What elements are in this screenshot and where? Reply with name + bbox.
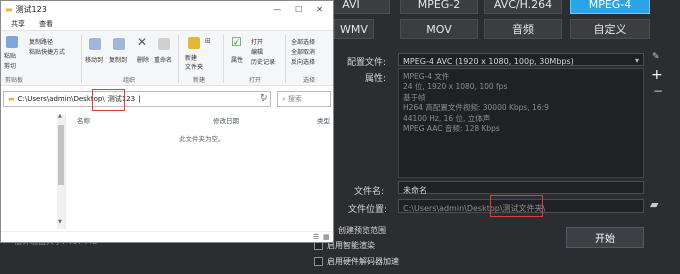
group-divider — [81, 35, 82, 83]
format-mpeg4-button[interactable]: MPEG-4 — [570, 0, 650, 14]
status-bar — [1, 231, 333, 242]
select-all-button[interactable]: 全部选择 — [291, 37, 315, 46]
address-bar[interactable]: ▬ C:\Users\admin\Desktop\ 测试123 | ⌄ — [3, 91, 271, 107]
search-placeholder: 搜索 — [287, 95, 302, 103]
search-icon: ⌕ — [282, 94, 286, 103]
properties-icon[interactable]: ☑ — [231, 35, 242, 49]
format-mov-button[interactable]: MOV — [400, 19, 478, 39]
new-item-icon[interactable]: ⊞ — [205, 37, 211, 45]
properties-button[interactable]: 属性 — [231, 55, 243, 64]
format-wmv-button[interactable]: WMV — [334, 19, 374, 39]
rename-icon[interactable] — [158, 38, 170, 50]
group-divider — [223, 35, 224, 83]
paste-icon[interactable] — [6, 36, 18, 48]
group-divider — [285, 35, 286, 83]
props-line: MPEG AAC 音频: 128 Kbps — [403, 124, 500, 134]
new-folder-icon[interactable] — [188, 37, 200, 49]
properties-panel: MPEG-4 文件 24 位, 1920 x 1080, 100 fps 基于帧… — [398, 68, 644, 178]
cut-button[interactable]: 剪切 — [4, 61, 16, 70]
details-view-icon[interactable]: ☰ — [313, 233, 319, 241]
props-line: 基于帧 — [403, 92, 426, 102]
config-label: 配置文件: — [347, 58, 387, 68]
tab-view[interactable]: 查看 — [39, 19, 53, 29]
clipboard-group-label: 剪贴板 — [5, 77, 24, 84]
column-type[interactable]: 类型 — [317, 115, 330, 125]
minimize-icon[interactable]: — — [273, 5, 281, 14]
scroll-down-icon[interactable]: ▼ — [58, 219, 62, 225]
open-button[interactable]: 打开 — [251, 37, 263, 46]
nav-scrollbar[interactable] — [57, 115, 65, 229]
copy-path-button[interactable]: 复制路径 — [29, 37, 53, 46]
history-button[interactable]: 历史记录 — [251, 57, 275, 66]
rename-button[interactable]: 重命名 — [154, 55, 172, 64]
props-line: H264 高配置文件视频: 30000 Kbps, 16:9 — [403, 103, 549, 113]
folder-title-icon: ▬ — [5, 4, 13, 14]
tab-share[interactable]: 共享 — [11, 19, 25, 29]
format-mpeg2-button[interactable]: MPEG-2 — [400, 0, 478, 14]
checkbox-box[interactable] — [314, 257, 323, 266]
edit-icon[interactable]: ✎ — [652, 52, 660, 62]
search-input[interactable]: ⌕ 搜索 — [277, 91, 331, 107]
props-label: 属性: — [365, 74, 387, 84]
file-explorer-window: ▬ 测试123 — ☐ ✕ 共享 查看 粘贴 剪切 复制路径 粘贴快捷方式 剪贴… — [0, 0, 334, 243]
ribbon-tabs: 共享 查看 — [1, 17, 333, 30]
new-folder-button[interactable]: 新建 文件夹 — [185, 53, 203, 71]
chevron-down-icon: ▾ — [634, 56, 639, 65]
props-line: MPEG-4 文件 — [403, 72, 450, 81]
location-highlight-box — [490, 195, 543, 217]
folder-browse-icon[interactable]: ▰ — [650, 198, 658, 211]
invert-selection-button[interactable]: 反向选择 — [291, 57, 315, 66]
organize-group-label: 组织 — [123, 77, 136, 84]
hw-decoder-label: 启用硬件解码器加速 — [327, 257, 399, 266]
select-none-button[interactable]: 全部取消 — [291, 47, 315, 56]
scroll-thumb[interactable] — [58, 125, 64, 185]
filename-label: 文件名: — [354, 187, 385, 197]
open-group-label: 打开 — [249, 77, 262, 84]
edit-button[interactable]: 编辑 — [251, 47, 263, 56]
paste-shortcut-button[interactable]: 粘贴快捷方式 — [29, 47, 65, 56]
config-dropdown[interactable]: MPEG-4 AVC (1920 x 1080, 100p, 30Mbps) ▾ — [398, 53, 644, 66]
empty-folder-text: 此文件夹为空。 — [179, 135, 225, 143]
filename-value: 未命名 — [403, 186, 427, 195]
explorer-title: 测试123 — [15, 4, 47, 14]
opt-preview-label[interactable]: 创建预览范围 — [338, 225, 386, 236]
hw-decoder-checkbox[interactable]: 启用硬件解码器加速 — [314, 256, 399, 267]
format-audio-button[interactable]: 音频 — [484, 19, 562, 39]
config-value: MPEG-4 AVC (1920 x 1080, 100p, 30Mbps) — [403, 57, 574, 66]
add-profile-icon[interactable]: + — [651, 67, 663, 83]
format-custom-button[interactable]: 自定义 — [570, 19, 650, 39]
props-line: 44100 Hz, 16 位, 立体声 — [403, 113, 491, 123]
format-avc-button[interactable]: AVC/H.264 — [484, 0, 562, 14]
close-icon[interactable]: ✕ — [316, 5, 323, 14]
paste-button[interactable]: 粘贴 — [4, 51, 16, 60]
select-group-label: 选择 — [303, 77, 316, 84]
delete-icon[interactable]: ✕ — [137, 35, 147, 49]
copy-to-icon[interactable] — [113, 38, 125, 50]
explorer-titlebar: ▬ 测试123 — ☐ ✕ — [1, 1, 333, 17]
start-button[interactable]: 开始 — [566, 227, 644, 248]
text-cursor: | — [138, 95, 141, 103]
folder-icon: ▬ — [8, 95, 15, 103]
ribbon-toolbar: 粘贴 剪切 复制路径 粘贴快捷方式 剪贴板 移动到 复制到 ✕ 删除 重命名 组… — [1, 30, 333, 86]
filename-input[interactable]: 未命名 — [398, 181, 644, 195]
scroll-up-icon[interactable]: ▲ — [58, 113, 62, 119]
move-to-icon[interactable] — [89, 38, 101, 50]
tiles-view-icon[interactable]: ▦ — [323, 233, 330, 241]
delete-button[interactable]: 删除 — [137, 55, 149, 64]
column-name[interactable]: 名称 — [77, 115, 90, 125]
new-group-label: 新建 — [193, 77, 206, 84]
remove-profile-icon[interactable]: − — [653, 84, 663, 98]
location-label: 文件位置: — [348, 205, 388, 215]
maximize-icon[interactable]: ☐ — [295, 5, 302, 14]
column-modified[interactable]: 修改日期 — [213, 115, 239, 125]
group-divider — [178, 35, 179, 83]
props-line: 24 位, 1920 x 1080, 100 fps — [403, 82, 508, 92]
smart-render-label: 启用智能渲染 — [327, 241, 375, 250]
address-highlight-box — [92, 89, 125, 111]
copy-to-button[interactable]: 复制到 — [109, 55, 127, 64]
move-to-button[interactable]: 移动到 — [85, 55, 103, 64]
refresh-icon[interactable]: ↻ — [260, 93, 268, 103]
